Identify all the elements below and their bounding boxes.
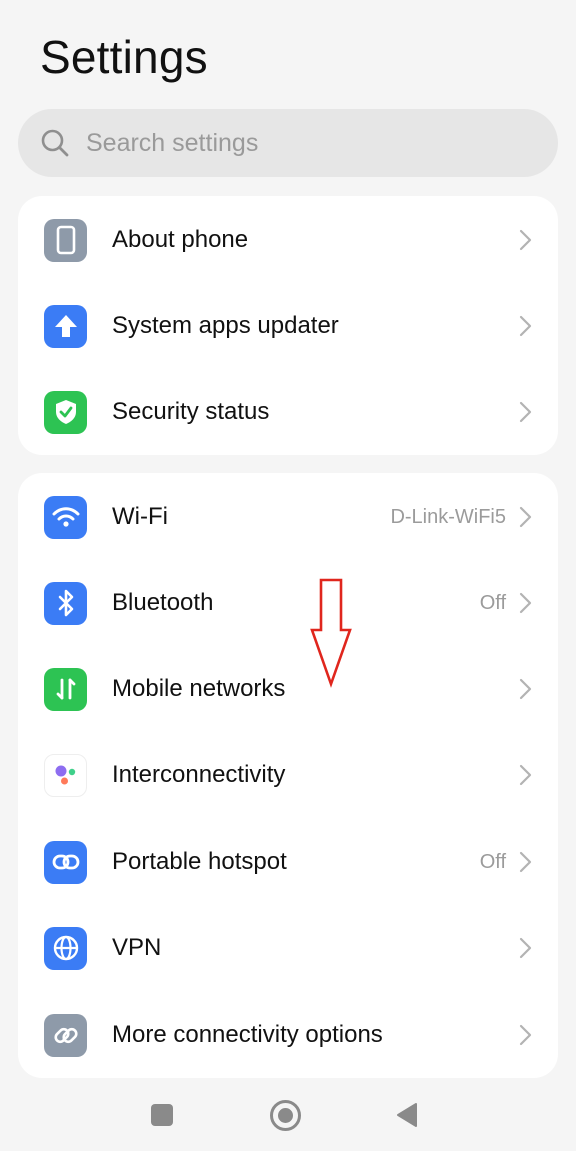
down-arrow-annotation-icon bbox=[310, 578, 352, 688]
chevron-right-icon bbox=[518, 401, 532, 423]
wifi-icon bbox=[44, 495, 87, 539]
home-circle-icon[interactable] bbox=[270, 1100, 301, 1131]
settings-item-more-connectivity-options[interactable]: More connectivity options bbox=[18, 992, 558, 1078]
search-bar[interactable] bbox=[18, 109, 558, 177]
chevron-right-icon bbox=[518, 937, 532, 959]
settings-item-mobile-networks[interactable]: Mobile networks bbox=[18, 646, 558, 732]
shield-check-icon bbox=[44, 390, 87, 434]
chevron-right-icon bbox=[518, 315, 532, 337]
settings-item-label: About phone bbox=[112, 226, 249, 253]
settings-item-system-apps-updater[interactable]: System apps updater bbox=[18, 283, 558, 369]
hotspot-icon bbox=[44, 840, 87, 884]
page-title: Settings bbox=[40, 31, 208, 83]
search-input[interactable] bbox=[86, 128, 486, 158]
chevron-right-icon bbox=[518, 678, 532, 700]
recents-square-icon[interactable] bbox=[151, 1104, 173, 1126]
settings-item-label: Wi-Fi bbox=[112, 503, 168, 530]
hotspot-status: Off bbox=[479, 850, 506, 873]
bluetooth-icon bbox=[44, 581, 87, 625]
chevron-right-icon bbox=[518, 764, 532, 786]
globe-icon bbox=[44, 926, 87, 970]
chevron-right-icon bbox=[518, 506, 532, 528]
bluetooth-status: Off bbox=[479, 591, 506, 614]
settings-group-connectivity: Wi-Fi D-Link-WiFi5 Bluetooth Off Mobile … bbox=[18, 473, 558, 1078]
settings-item-label: More connectivity options bbox=[112, 1021, 383, 1048]
settings-screen: Settings About phone bbox=[0, 0, 576, 1151]
settings-item-label: Interconnectivity bbox=[112, 761, 286, 788]
settings-item-label: Bluetooth bbox=[112, 589, 214, 616]
settings-item-label: Portable hotspot bbox=[112, 848, 287, 875]
settings-group-device: About phone System apps updater Security… bbox=[18, 196, 558, 455]
settings-item-label: Security status bbox=[112, 398, 270, 425]
settings-item-label: Mobile networks bbox=[112, 675, 286, 702]
settings-item-bluetooth[interactable]: Bluetooth Off bbox=[18, 560, 558, 646]
back-triangle-icon[interactable] bbox=[396, 1102, 418, 1128]
up-arrow-icon bbox=[44, 304, 87, 348]
chevron-right-icon bbox=[518, 1024, 532, 1046]
settings-item-label: System apps updater bbox=[112, 312, 339, 339]
settings-item-interconnectivity[interactable]: Interconnectivity bbox=[18, 732, 558, 818]
settings-item-label: VPN bbox=[112, 934, 162, 961]
settings-item-about-phone[interactable]: About phone bbox=[18, 197, 558, 283]
settings-item-security-status[interactable]: Security status bbox=[18, 369, 558, 455]
chevron-right-icon bbox=[518, 592, 532, 614]
settings-item-wifi[interactable]: Wi-Fi D-Link-WiFi5 bbox=[18, 474, 558, 560]
mobile-data-icon bbox=[44, 667, 87, 711]
link-icon bbox=[44, 1013, 87, 1057]
wifi-network-name: D-Link-WiFi5 bbox=[390, 505, 506, 528]
chevron-right-icon bbox=[518, 229, 532, 251]
chevron-right-icon bbox=[518, 851, 532, 873]
navigation-bar bbox=[0, 1085, 576, 1145]
phone-icon bbox=[44, 218, 87, 262]
settings-item-vpn[interactable]: VPN bbox=[18, 905, 558, 991]
search-icon bbox=[40, 128, 70, 158]
interconnectivity-icon bbox=[44, 753, 87, 797]
settings-item-portable-hotspot[interactable]: Portable hotspot Off bbox=[18, 819, 558, 905]
